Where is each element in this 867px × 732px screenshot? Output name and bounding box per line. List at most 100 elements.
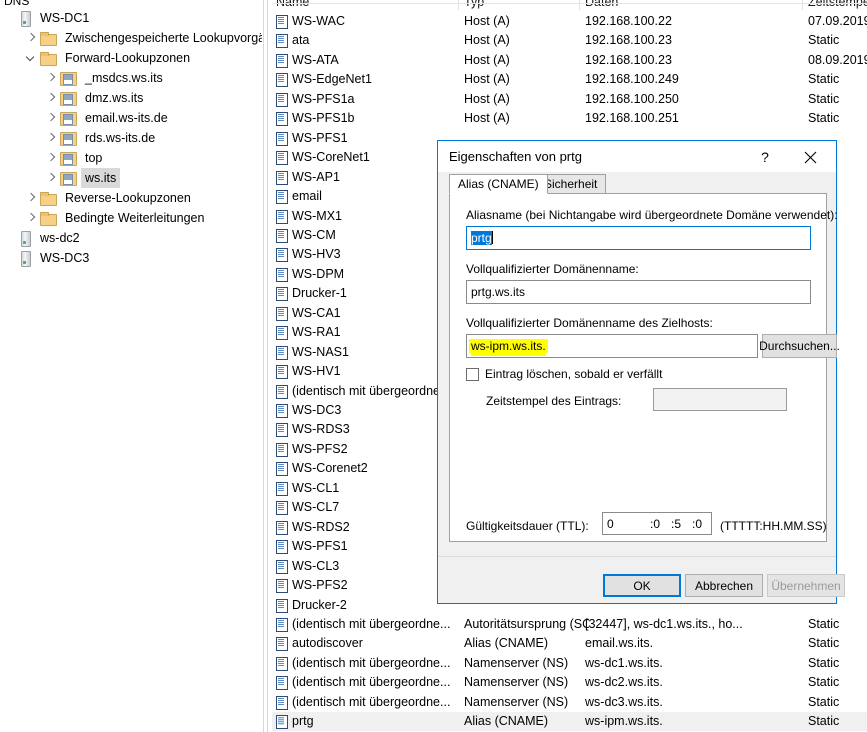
record-data-cell: 192.168.100.22: [585, 14, 672, 28]
tree-item-reverse-lookupzonen[interactable]: Reverse-Lookupzonen: [0, 188, 195, 208]
tree-item-ws-dc2[interactable]: ws-dc2: [0, 228, 84, 248]
dns-record-icon: [276, 132, 288, 146]
table-row[interactable]: prtg Alias (CNAME) ws-ipm.ws.its. Static: [272, 712, 867, 731]
record-name-text: ata: [292, 33, 310, 47]
column-header-name[interactable]: Name: [276, 0, 309, 12]
table-row[interactable]: (identisch mit übergeordne... Namenserver…: [272, 654, 867, 673]
chevron-right-icon[interactable]: [44, 108, 60, 128]
ttl-format-hint: (TTTTT:HH.MM.SS): [720, 519, 827, 533]
ok-button[interactable]: OK: [603, 574, 681, 597]
close-icon[interactable]: [790, 144, 830, 170]
fqdn-value: prtg.ws.its: [471, 285, 526, 299]
tree-item-top[interactable]: top: [0, 148, 106, 168]
chevron-right-icon[interactable]: [24, 208, 40, 228]
dns-record-icon: [276, 93, 288, 107]
record-name-cell: WS-CL3: [276, 557, 437, 576]
record-name-cell: WS-PFS1b: [276, 109, 461, 128]
column-divider[interactable]: [458, 0, 459, 10]
table-row[interactable]: (identisch mit übergeordne... Autoritätsu…: [272, 615, 867, 634]
ttl-input[interactable]: 0 :0 :5 :0: [602, 512, 712, 535]
column-divider[interactable]: [579, 0, 580, 10]
tree-item-rds-ws-its-de[interactable]: rds.ws-its.de: [0, 128, 159, 148]
tree-item-dmz-ws-its[interactable]: dmz.ws.its: [0, 88, 147, 108]
table-row[interactable]: WS-PFS1b Host (A) 192.168.100.251 Static: [272, 109, 867, 128]
folder-icon: [40, 31, 57, 46]
record-timestamp-cell: Static: [808, 617, 840, 631]
record-type-cell: Namenserver (NS): [464, 656, 569, 670]
column-header-data[interactable]: Daten: [585, 0, 618, 12]
record-timestamp-label: Zeitstempel des Eintrags:: [486, 394, 622, 408]
record-name-text: WS-CL3: [292, 559, 340, 573]
browse-button[interactable]: Durchsuchen...: [759, 334, 840, 358]
delete-on-expire-checkbox[interactable]: [466, 367, 479, 381]
table-row[interactable]: WS-WAC Host (A) 192.168.100.22 07.09.2019 1…: [272, 12, 867, 31]
dns-record-icon: [276, 462, 288, 476]
chevron-right-icon[interactable]: [44, 168, 60, 188]
zone-icon: [60, 171, 77, 186]
chevron-right-icon[interactable]: [44, 88, 60, 108]
table-row[interactable]: (identisch mit übergeordne... Namenserver…: [272, 693, 867, 712]
ttl-days: 0: [607, 517, 614, 531]
record-timestamp-cell: Static: [808, 636, 840, 650]
tree-item-bedingte-weiterleitungen[interactable]: Bedingte Weiterleitungen: [0, 208, 208, 228]
target-fqdn-input[interactable]: ws-ipm.ws.its.: [466, 334, 758, 358]
tree-item-email-ws-its-de[interactable]: email.ws-its.de: [0, 108, 172, 128]
table-row[interactable]: WS-EdgeNet1 Host (A) 192.168.100.249 Static: [272, 70, 867, 89]
dns-record-icon: [276, 385, 288, 399]
record-name-text: WS-CL7: [292, 500, 340, 514]
cancel-button[interactable]: Abbrechen: [685, 574, 763, 597]
column-header-type[interactable]: Typ: [464, 0, 484, 12]
table-row[interactable]: WS-ATA Host (A) 192.168.100.23 08.09.2019 0…: [272, 51, 867, 70]
delete-on-expire-row[interactable]: Eintrag löschen, sobald er verfällt: [466, 367, 662, 381]
record-name-text: WS-RDS2: [292, 520, 350, 534]
record-name-cell: Drucker-2: [276, 596, 437, 615]
record-name-cell: WS-CM: [276, 226, 437, 245]
record-type-cell: Namenserver (NS): [464, 675, 569, 689]
column-header-timestamp[interactable]: Zeitstempel: [808, 0, 867, 12]
record-name-cell: WS-PFS2: [276, 576, 437, 595]
record-name-text: (identisch mit übergeordne...: [292, 695, 451, 709]
record-data-cell: ws-dc2.ws.its.: [585, 675, 663, 689]
zone-icon: [60, 131, 77, 146]
table-row[interactable]: autodiscover Alias (CNAME) email.ws.its. St…: [272, 634, 867, 653]
tree-item-ws-dc3[interactable]: WS-DC3: [0, 248, 93, 268]
table-row[interactable]: WS-PFS1a Host (A) 192.168.100.250 Static: [272, 90, 867, 109]
tree-item-ws-its[interactable]: ws.its: [0, 168, 121, 188]
record-timestamp-cell: Static: [808, 714, 840, 728]
fqdn-input[interactable]: prtg.ws.its: [466, 280, 811, 304]
tree-item-ws-dc1[interactable]: WS-DC1: [0, 8, 93, 28]
dns-record-icon: [276, 365, 288, 379]
chevron-right-icon[interactable]: [44, 148, 60, 168]
twisty-placeholder: [4, 8, 20, 28]
record-name-text: WS-PFS1: [292, 539, 348, 553]
tree-item-label: rds.ws-its.de: [85, 131, 156, 145]
tree-item-forward-lookupzonen[interactable]: Forward-Lookupzonen: [0, 48, 194, 68]
column-divider[interactable]: [802, 0, 803, 10]
tab-alias-cname[interactable]: Alias (CNAME): [449, 174, 548, 194]
help-icon[interactable]: ?: [750, 144, 780, 170]
chevron-down-icon[interactable]: [24, 48, 40, 68]
table-row[interactable]: (identisch mit übergeordne... Namenserver…: [272, 673, 867, 692]
dns-record-icon: [276, 676, 288, 690]
chevron-right-icon[interactable]: [44, 128, 60, 148]
chevron-right-icon[interactable]: [44, 68, 60, 88]
tree-item-msdcs-ws-its[interactable]: _msdcs.ws.its: [0, 68, 167, 88]
record-name-cell: WS-CoreNet1: [276, 148, 437, 167]
record-timestamp-cell: 07.09.2019 14:00:00: [808, 14, 867, 28]
chevron-right-icon[interactable]: [24, 28, 40, 48]
ttl-label: Gültigkeitsdauer (TTL):: [466, 519, 589, 533]
dns-record-icon: [276, 579, 288, 593]
record-name-cell: Drucker-1: [276, 284, 437, 303]
chevron-right-icon[interactable]: [24, 188, 40, 208]
record-data-cell: 192.168.100.23: [585, 53, 672, 67]
pane-splitter[interactable]: [262, 0, 272, 732]
record-type-cell: Host (A): [464, 53, 510, 67]
record-timestamp-cell: Static: [808, 72, 840, 86]
record-name-text: autodiscover: [292, 636, 363, 650]
dns-record-icon: [276, 423, 288, 437]
alias-name-input[interactable]: prtg: [466, 226, 811, 250]
record-type-cell: Host (A): [464, 92, 510, 106]
record-name-text: WS-CA1: [292, 306, 341, 320]
table-row[interactable]: ata Host (A) 192.168.100.23 Static: [272, 31, 867, 50]
tree-item-zwischengespeicherte-lookupvorg-nge[interactable]: Zwischengespeicherte Lookupvorgänge: [0, 28, 262, 48]
